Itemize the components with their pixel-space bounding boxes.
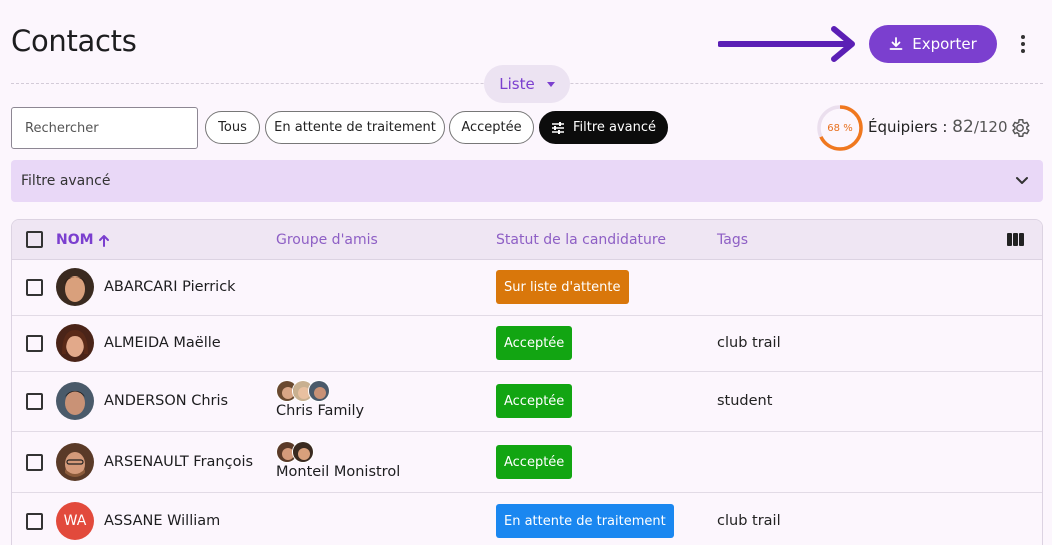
contact-name[interactable]: ABARCARI Pierrick <box>104 279 236 295</box>
select-all-checkbox[interactable] <box>26 231 43 248</box>
search-input[interactable] <box>25 120 195 136</box>
column-header-group[interactable]: Groupe d'amis <box>276 232 378 248</box>
contact-tag: club trail <box>717 513 781 529</box>
search-box <box>11 107 198 149</box>
row-checkbox[interactable] <box>26 393 43 410</box>
friend-group[interactable]: Chris Family <box>276 380 364 419</box>
sliders-icon <box>551 121 564 134</box>
export-button[interactable]: Exporter <box>869 25 997 63</box>
avatar <box>56 382 94 420</box>
filter-chip-all[interactable]: Tous <box>205 111 260 144</box>
filter-chip-accepted[interactable]: Acceptée <box>449 111 534 144</box>
view-select[interactable]: Liste <box>484 65 570 103</box>
column-header-tags[interactable]: Tags <box>717 232 748 248</box>
avatar: WA <box>56 502 94 540</box>
table-row[interactable]: ANDERSON Chris Chris Family Acceptée stu… <box>12 372 1042 432</box>
view-select-label: Liste <box>499 75 535 93</box>
row-checkbox[interactable] <box>26 335 43 352</box>
column-header-status[interactable]: Statut de la candidature <box>496 232 666 248</box>
group-name: Monteil Monistrol <box>276 464 401 480</box>
status-badge: Acceptée <box>496 445 573 479</box>
export-label: Exporter <box>912 35 977 53</box>
table-header: NOM Groupe d'amis Statut de la candidatu… <box>12 220 1042 260</box>
contact-name[interactable]: ASSANE William <box>104 513 220 529</box>
caret-down-icon <box>546 81 555 87</box>
table-row[interactable]: ARSENAULT François Monteil Monistrol Acc… <box>12 432 1042 493</box>
row-checkbox[interactable] <box>26 454 43 471</box>
capacity-total: /120 <box>973 118 1008 136</box>
table-row[interactable]: ABARCARI Pierrick Sur liste d'attente <box>12 260 1042 316</box>
column-header-name[interactable]: NOM <box>56 232 110 248</box>
group-avatars <box>276 441 400 463</box>
contact-tag: club trail <box>717 335 781 351</box>
contact-name[interactable]: ANDERSON Chris <box>104 393 228 409</box>
advanced-filter-panel-label: Filtre avancé <box>21 173 111 189</box>
status-badge: Sur liste d'attente <box>496 270 629 304</box>
avatar <box>292 441 314 463</box>
status-badge: Acceptée <box>496 384 573 418</box>
row-checkbox[interactable] <box>26 513 43 530</box>
advanced-filter-button[interactable]: Filtre avancé <box>539 111 668 144</box>
table-row[interactable]: WA ASSANE William En attente de traiteme… <box>12 493 1042 545</box>
column-header-name-label: NOM <box>56 232 94 248</box>
columns-icon[interactable] <box>1007 233 1024 246</box>
capacity-text: Équipiers : 82/120 <box>868 117 1008 137</box>
chevron-down-icon[interactable] <box>1015 176 1029 186</box>
capacity-current: 82 <box>952 117 974 137</box>
contact-name[interactable]: ALMEIDA Maëlle <box>104 335 221 351</box>
contact-tag: student <box>717 393 773 409</box>
group-name: Chris Family <box>276 403 365 419</box>
gear-icon[interactable] <box>1009 117 1031 139</box>
capacity-percent: 68 % <box>827 122 853 134</box>
arrow-annotation-icon <box>718 26 855 62</box>
contacts-table: NOM Groupe d'amis Statut de la candidatu… <box>11 219 1043 545</box>
page-title: Contacts <box>11 24 137 58</box>
avatar <box>308 380 330 402</box>
contact-name[interactable]: ARSENAULT François <box>104 454 253 470</box>
download-icon <box>889 37 903 50</box>
row-checkbox[interactable] <box>26 279 43 296</box>
sort-arrow-up-icon <box>98 234 109 247</box>
filter-chip-pending[interactable]: En attente de traitement <box>265 111 445 144</box>
status-badge: Acceptée <box>496 326 573 360</box>
status-badge: En attente de traitement <box>496 504 674 538</box>
advanced-filter-panel[interactable]: Filtre avancé <box>11 160 1043 202</box>
avatar <box>56 324 94 362</box>
avatar <box>56 268 94 306</box>
capacity-label: Équipiers : <box>868 118 953 136</box>
avatar <box>56 443 94 481</box>
table-row[interactable]: ALMEIDA Maëlle Acceptée club trail <box>12 316 1042 372</box>
group-avatars <box>276 380 364 402</box>
advanced-filter-label: Filtre avancé <box>572 120 657 135</box>
more-options-icon[interactable] <box>1012 32 1034 56</box>
friend-group[interactable]: Monteil Monistrol <box>276 441 400 480</box>
